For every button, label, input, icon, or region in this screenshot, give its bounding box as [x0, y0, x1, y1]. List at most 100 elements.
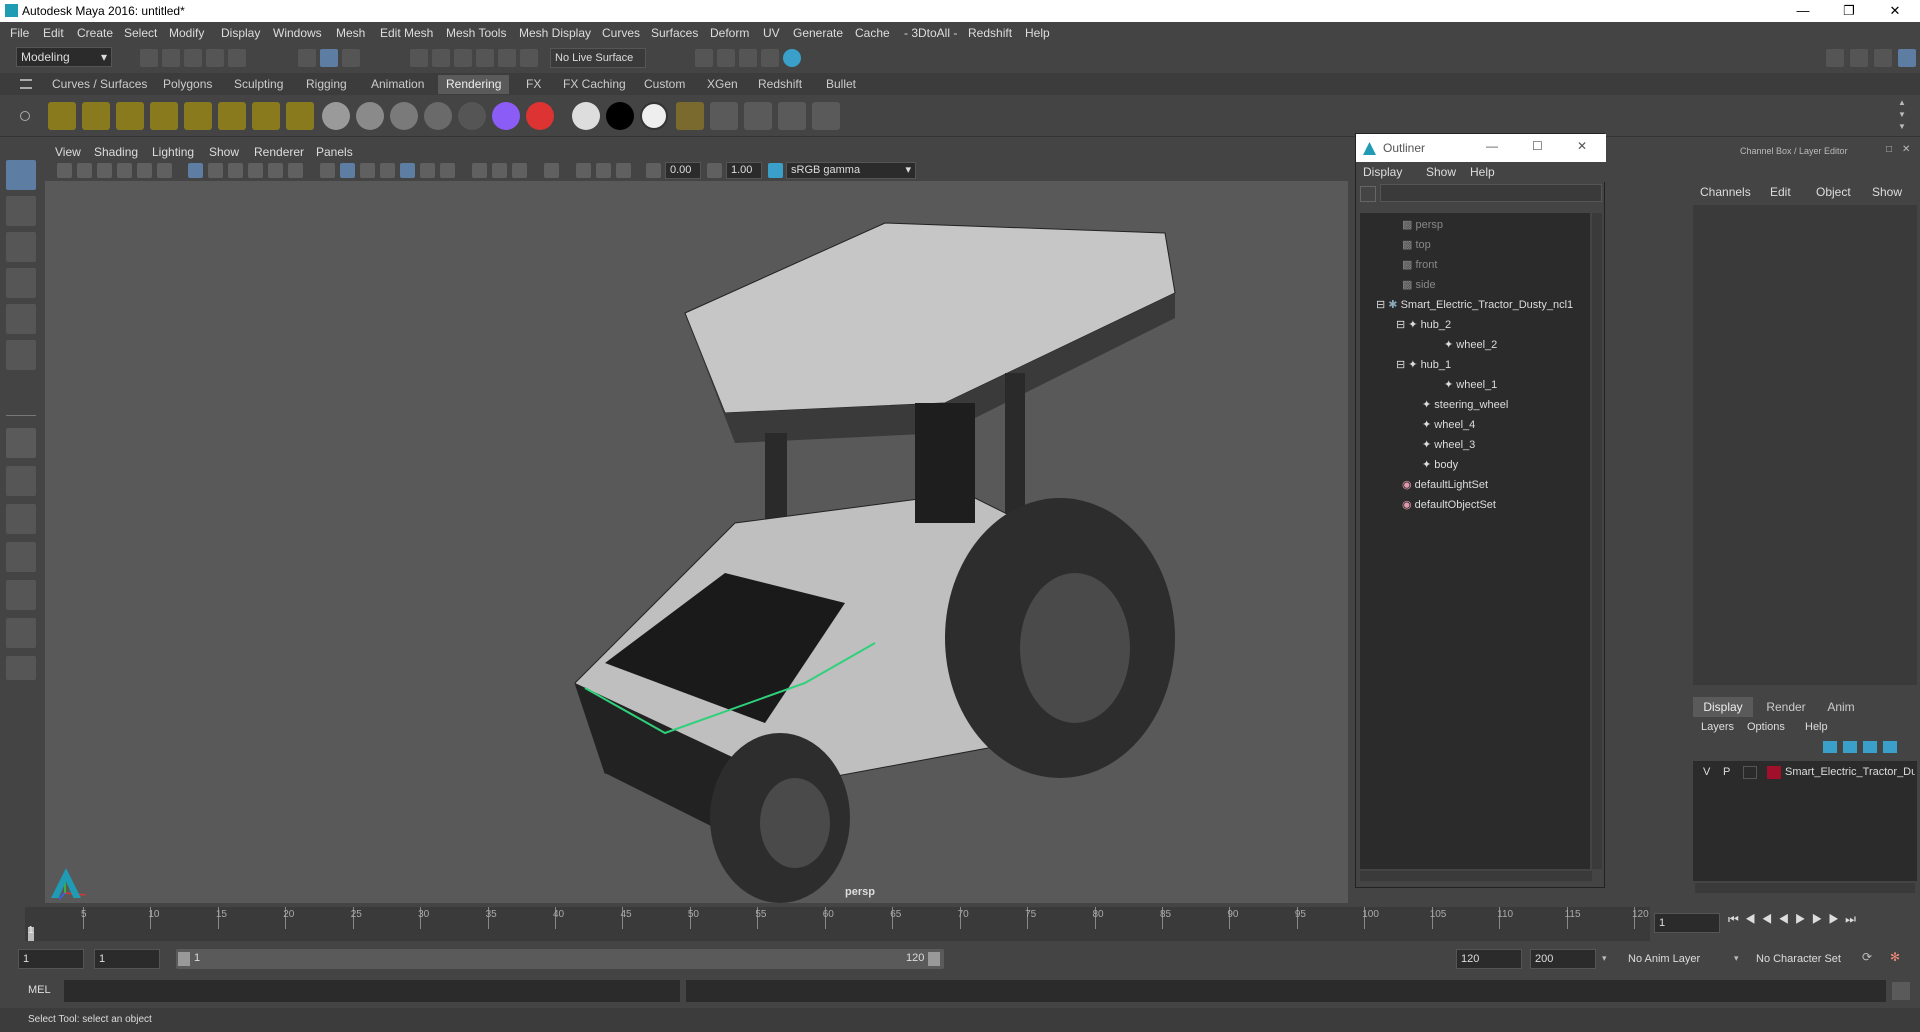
shelf-gear-icon[interactable] [20, 111, 30, 121]
surface-shader-icon[interactable] [572, 102, 600, 130]
play-back-icon[interactable]: ◀ [1778, 912, 1795, 926]
snap-curve-icon[interactable] [432, 49, 450, 67]
layer-name[interactable]: Smart_Electric_Tractor_Du [1785, 766, 1915, 778]
hypershade-icon[interactable] [783, 49, 801, 67]
camera-icon[interactable] [252, 102, 280, 130]
xray-joints-icon[interactable] [596, 163, 611, 178]
isolate-select-icon[interactable] [544, 163, 559, 178]
outliner-item-top[interactable]: ▩ top [1402, 236, 1431, 254]
motion-blur-icon[interactable] [492, 163, 507, 178]
playback-start-field[interactable]: 1 [94, 949, 160, 969]
current-frame-field[interactable]: 1 [1654, 913, 1720, 933]
outliner-filter-icon[interactable] [1360, 186, 1376, 202]
select-camera-icon[interactable] [57, 163, 72, 178]
two-d-pan-icon[interactable] [137, 163, 152, 178]
use-background-icon[interactable] [606, 102, 634, 130]
menu-uv[interactable]: UV [763, 26, 780, 40]
area-light-icon[interactable] [184, 102, 212, 130]
step-back-key-icon[interactable]: ◀ [1762, 912, 1779, 926]
menu-create[interactable]: Create [77, 26, 113, 40]
color-management-icon[interactable] [768, 163, 783, 178]
tab-xgen[interactable]: XGen [699, 75, 746, 94]
cb-menu-channels[interactable]: Channels [1700, 185, 1751, 199]
workspace-modeling-icon[interactable] [1826, 49, 1844, 67]
channel-list[interactable] [1693, 205, 1917, 685]
shelf-scroll-arrows[interactable]: ▲ ▼ ▼ [1898, 97, 1910, 133]
scene-end-field[interactable]: 200 [1530, 949, 1596, 969]
new-layer-icon[interactable] [1863, 741, 1877, 753]
perspective-graph-layout-icon[interactable] [6, 542, 36, 572]
tab-bullet[interactable]: Bullet [818, 75, 864, 94]
restore-button[interactable]: ❐ [1826, 0, 1872, 22]
lasso-tool-icon[interactable] [6, 196, 36, 226]
layer-menu-help[interactable]: Help [1805, 721, 1828, 733]
anti-aliasing-icon[interactable] [512, 163, 527, 178]
tab-rigging[interactable]: Rigging [298, 75, 355, 94]
wireframe-icon[interactable] [320, 163, 335, 178]
layer-menu-options[interactable]: Options [1747, 721, 1785, 733]
outliner-item-wheel-2[interactable]: ✦ wheel_2 [1444, 336, 1497, 354]
phong-shader-icon[interactable] [390, 102, 418, 130]
auto-key-icon[interactable]: ⟳ [1862, 950, 1880, 968]
layer-tab-anim[interactable]: Anim [1817, 697, 1865, 717]
outliner-close-button[interactable]: ✕ [1577, 139, 1587, 153]
layer-horizontal-scrollbar[interactable] [1695, 883, 1915, 893]
outliner-item-hub-1[interactable]: ⊟ ✦ hub_1 [1396, 356, 1451, 374]
move-layer-down-icon[interactable] [1843, 741, 1857, 753]
four-view-layout-icon[interactable] [6, 466, 36, 496]
ambient-light-icon[interactable] [48, 102, 76, 130]
menu-windows[interactable]: Windows [273, 26, 322, 40]
channel-box-float-icon[interactable]: □ [1886, 144, 1892, 155]
new-layer-selected-icon[interactable] [1883, 741, 1897, 753]
layer-tab-display[interactable]: Display [1693, 697, 1753, 717]
tab-rendering[interactable]: Rendering [438, 75, 510, 94]
playback-end-field[interactable]: 120 [1456, 949, 1522, 969]
move-tool-icon[interactable] [6, 268, 36, 298]
new-scene-icon[interactable] [140, 49, 158, 67]
tab-curves-surfaces[interactable]: Curves / Surfaces [44, 75, 155, 94]
use-default-material-icon[interactable] [360, 163, 375, 178]
render-sequence-icon[interactable] [778, 102, 806, 130]
menu-deform[interactable]: Deform [710, 26, 749, 40]
animation-prefs-icon[interactable]: ✻ [1890, 950, 1908, 968]
bookmarks-icon[interactable] [97, 163, 112, 178]
menu-3dtoall[interactable]: - 3DtoAll - [904, 26, 957, 40]
command-input[interactable] [64, 980, 680, 1002]
shading-map-icon[interactable] [640, 102, 668, 130]
outliner-item-steering-wheel[interactable]: ✦ steering_wheel [1422, 396, 1508, 414]
hypershade-shelf-icon[interactable] [812, 102, 840, 130]
vp-menu-panels[interactable]: Panels [316, 145, 353, 159]
snap-point-icon[interactable] [454, 49, 472, 67]
step-forward-key-icon[interactable]: ▶ [1812, 912, 1829, 926]
outliner-list[interactable]: ▩ persp ▩ top ▩ front ▩ side ⊟ ✱ Smart_E… [1360, 213, 1590, 869]
outliner-search-input[interactable] [1380, 184, 1602, 202]
mel-label[interactable]: MEL [28, 984, 51, 996]
toolbox-more-icon[interactable] [6, 656, 36, 680]
save-scene-icon[interactable] [184, 49, 202, 67]
wireframe-on-shaded-icon[interactable] [380, 163, 395, 178]
workspace-channel-box-icon[interactable] [1898, 49, 1916, 67]
collapse-icon[interactable]: ⊟ [1376, 299, 1388, 311]
resolution-gate-icon[interactable] [228, 163, 243, 178]
select-by-component-icon[interactable] [342, 49, 360, 67]
grid-icon[interactable] [188, 163, 203, 178]
menu-display[interactable]: Display [221, 26, 260, 40]
menu-mesh-display[interactable]: Mesh Display [519, 26, 591, 40]
select-tool-icon[interactable] [6, 160, 36, 190]
snap-view-plane-icon[interactable] [476, 49, 494, 67]
single-perspective-layout-icon[interactable] [6, 428, 36, 458]
vp-menu-renderer[interactable]: Renderer [254, 145, 304, 159]
outliner-menu-show[interactable]: Show [1426, 165, 1456, 179]
shadows-icon[interactable] [440, 163, 455, 178]
menu-curves[interactable]: Curves [602, 26, 640, 40]
perspective-viewport[interactable]: persp [45, 143, 1348, 903]
cb-menu-edit[interactable]: Edit [1770, 185, 1791, 199]
tab-fx-caching[interactable]: FX Caching [555, 75, 634, 94]
render-icon[interactable] [676, 102, 704, 130]
menu-surfaces[interactable]: Surfaces [651, 26, 698, 40]
anim-layer-dropdown[interactable]: No Anim Layer [1624, 949, 1740, 969]
menu-generate[interactable]: Generate [793, 26, 843, 40]
use-all-lights-icon[interactable] [420, 163, 435, 178]
scene-start-field[interactable]: 1 [18, 949, 84, 969]
render-settings-icon[interactable] [761, 49, 779, 67]
